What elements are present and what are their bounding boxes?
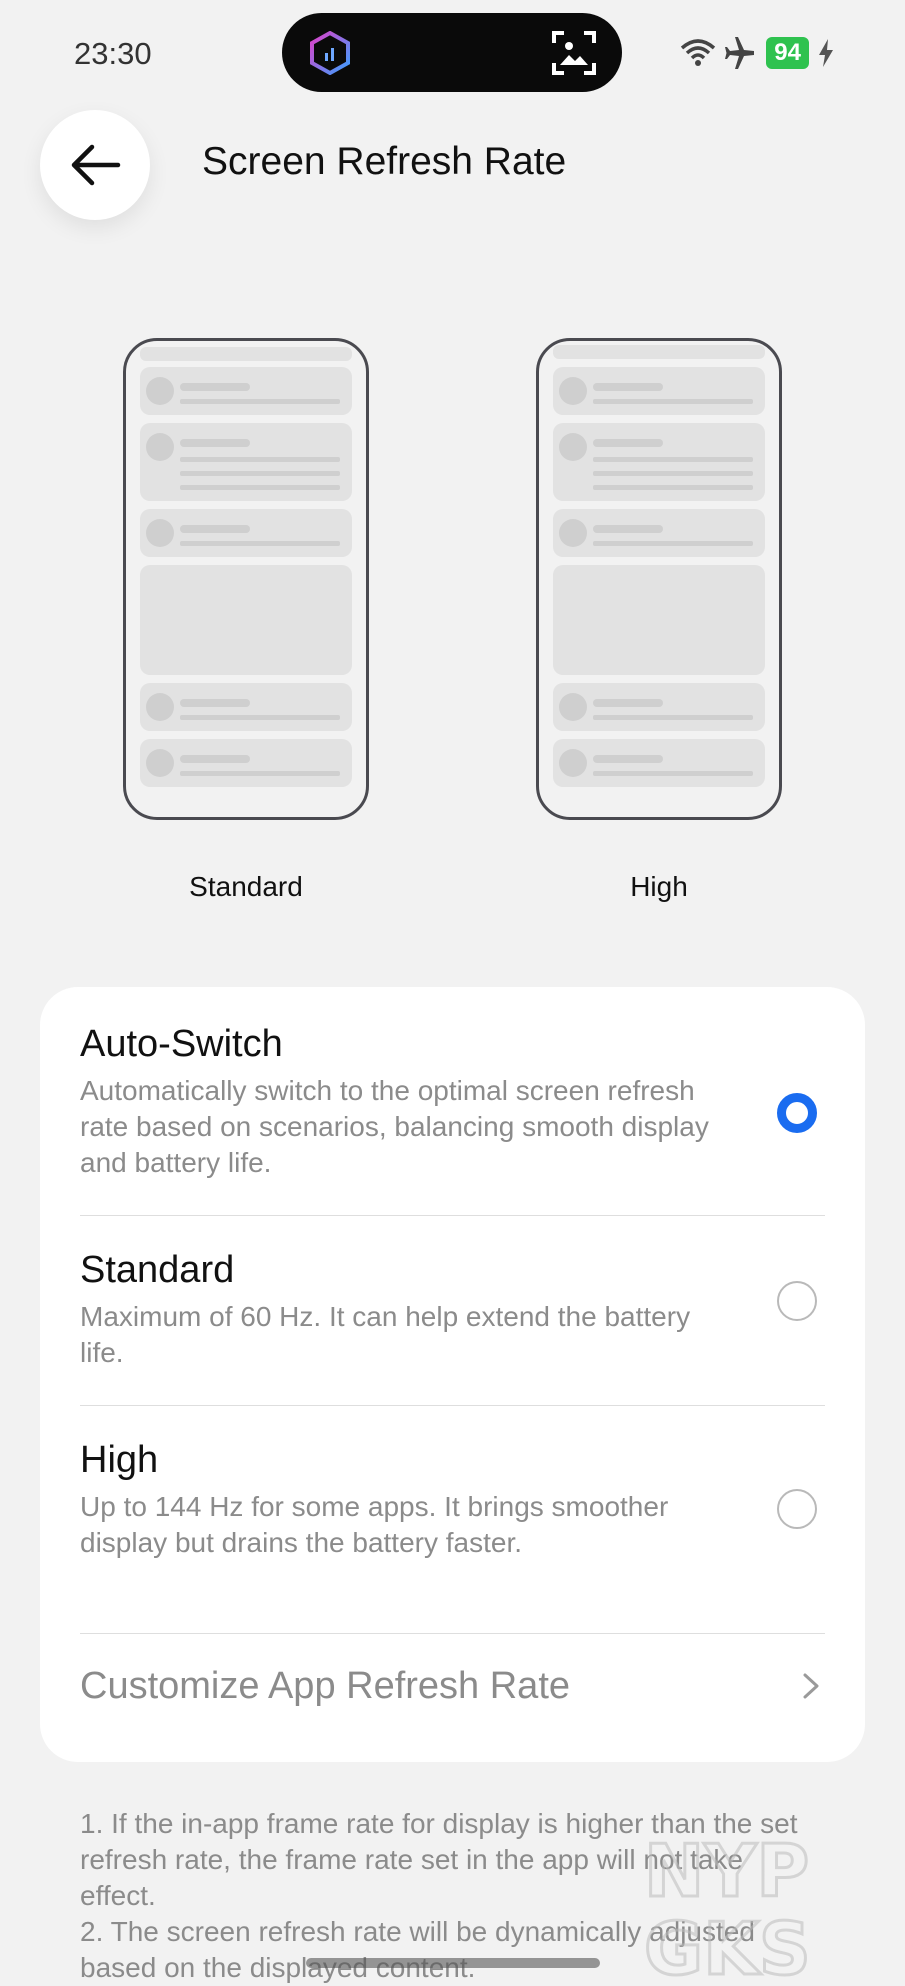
preview-label-standard: Standard — [189, 871, 303, 902]
radio-auto-switch[interactable] — [777, 1093, 817, 1133]
arrow-left-icon — [71, 144, 121, 186]
option-title: Auto-Switch — [80, 1023, 283, 1065]
status-time: 23:30 — [74, 36, 152, 71]
preview-label-high: High — [630, 871, 688, 902]
battery-icon: 94 — [766, 37, 809, 69]
option-title: High — [80, 1439, 159, 1481]
radio-standard[interactable] — [777, 1281, 817, 1321]
refresh-rate-options-card: Auto-Switch Automatically switch to the … — [40, 987, 865, 1762]
option-standard[interactable]: Standard Maximum of 60 Hz. It can help e… — [80, 1247, 825, 1371]
option-auto-switch[interactable]: Auto-Switch Automatically switch to the … — [80, 1021, 825, 1181]
list-illustration — [140, 347, 352, 787]
chevron-right-icon — [803, 1673, 819, 1699]
customize-app-refresh-rate-row[interactable]: Customize App Refresh Rate — [80, 1651, 825, 1721]
option-title: Standard — [80, 1249, 235, 1291]
divider — [80, 1633, 825, 1634]
island-app-icon — [310, 31, 350, 75]
watermark-line1: NYP — [644, 1829, 809, 1913]
preview-standard[interactable] — [123, 338, 369, 820]
nypgks-watermark-logo: NYP GKS — [643, 1828, 813, 1981]
phone-mockup-standard — [123, 338, 369, 820]
wifi-icon — [681, 39, 716, 66]
airplane-icon — [725, 37, 755, 69]
back-button[interactable] — [40, 110, 150, 220]
watermark-line2: GKS — [644, 1907, 811, 1980]
divider — [80, 1215, 825, 1216]
phone-mockup-high — [536, 338, 782, 820]
list-illustration — [553, 345, 765, 787]
home-indicator[interactable] — [306, 1958, 600, 1968]
status-bar: 23:30 94 — [0, 0, 905, 105]
radio-high[interactable] — [777, 1489, 817, 1529]
option-description: Automatically switch to the optimal scre… — [80, 1075, 709, 1178]
customize-label: Customize App Refresh Rate — [80, 1665, 571, 1707]
option-description: Maximum of 60 Hz. It can help extend the… — [80, 1301, 691, 1368]
divider — [80, 1405, 825, 1406]
preview-high[interactable] — [536, 338, 782, 820]
dynamic-island[interactable] — [282, 13, 622, 92]
status-icons: 94 — [680, 34, 835, 72]
screen-scan-icon — [552, 31, 596, 75]
charging-icon — [819, 39, 833, 67]
option-description: Up to 144 Hz for some apps. It brings sm… — [80, 1491, 669, 1558]
page-title: Screen Refresh Rate — [202, 140, 567, 183]
option-high[interactable]: High Up to 144 Hz for some apps. It brin… — [80, 1437, 825, 1561]
